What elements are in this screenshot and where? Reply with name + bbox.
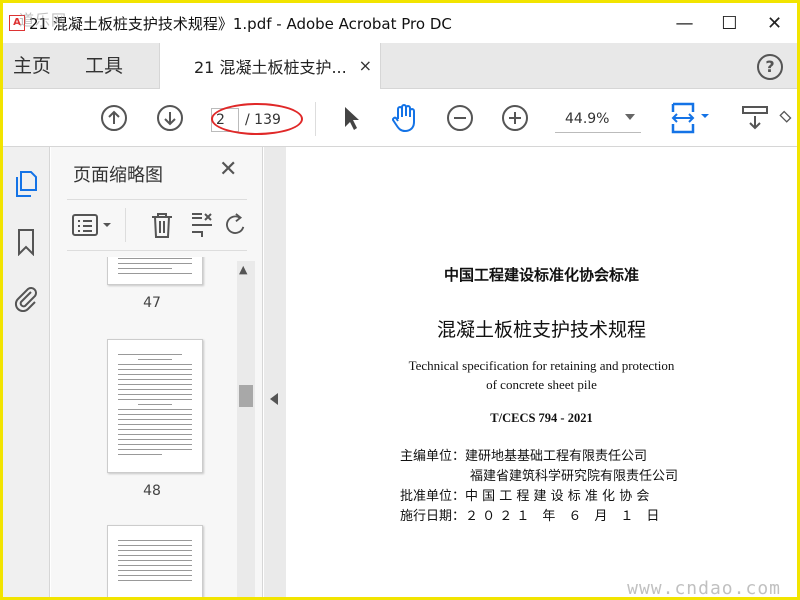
chevron-down-icon [625,114,635,120]
comment-tool-icon[interactable] [779,103,797,133]
maximize-button[interactable]: ☐ [707,3,752,43]
chief-editor-2: 福建省建筑科学研究院有限责任公司 [470,469,679,484]
watermark-topleft: 道乐网 [19,11,68,29]
document-view[interactable]: 中国工程建设标准化协会标准 混凝土板桩支护技术规程 Technical spec… [286,147,797,599]
chevron-left-icon [270,393,278,405]
document-title-cn: 混凝土板桩支护技术规程 [436,319,646,341]
left-rail [3,147,50,597]
bookmark-icon[interactable] [11,227,41,257]
thumbnail-options-icon[interactable] [71,210,115,240]
thumbnail-scrollbar[interactable]: ▲ [237,261,255,597]
hand-tool-icon[interactable] [389,103,419,133]
thumbnail-number: 47 [143,295,161,311]
window-title: 21 混凝土板桩支护技术规程》1.pdf - Adobe Acrobat Pro… [29,14,452,33]
select-cursor-icon[interactable] [336,103,366,133]
title-bar: A 21 混凝土板桩支护技术规程》1.pdf - Adobe Acrobat P… [3,3,797,43]
approved-by: 批准单位：中 国 工 程 建 设 标 准 化 协 会 [400,489,650,504]
collapse-panel-handle[interactable] [264,147,286,597]
thumbnail-page-48[interactable] [107,339,203,473]
page-thumbnails-icon[interactable] [11,169,41,199]
highlight-annotation [211,103,303,135]
zoom-dropdown[interactable]: 44.9% [555,105,641,133]
thumbnail-page-47[interactable] [107,257,203,285]
thumbnail-list: 47 48 [67,257,237,597]
thumbnail-number: 48 [143,483,161,499]
scroll-up-icon[interactable]: ▲ [239,263,247,276]
tab-bar: 主页 工具 21 混凝土板桩支护... × ? [3,43,797,89]
org-standard: 中国工程建设标准化协会标准 [443,266,639,284]
minimize-button[interactable]: — [662,3,707,43]
rotate-icon[interactable] [223,210,247,240]
attachment-icon[interactable] [11,283,41,313]
close-panel-icon[interactable]: ✕ [219,157,237,182]
scroll-thumb[interactable] [239,385,253,407]
zoom-in-icon[interactable] [500,103,530,133]
standard-code: T/CECS 794 - 2021 [490,411,593,425]
panel-toolbar-divider [125,208,126,242]
next-page-icon[interactable] [155,103,185,133]
watermark-bottomright: www.cndao.com [627,578,781,599]
toolbar-divider [315,102,316,136]
chief-editor: 主编单位：建研地基基础工程有限责任公司 [400,449,648,464]
tab-tools[interactable]: 工具 [85,43,123,89]
effective-date: 施行日期：２ ０ ２ １ 年 ６ 月 １ 日 [400,509,660,524]
extract-pages-icon[interactable] [187,210,217,240]
panel-title: 页面缩略图 [73,165,163,186]
close-tab-icon[interactable]: × [359,56,372,75]
zoom-out-icon[interactable] [445,103,475,133]
thumbnail-panel: 页面缩略图 ✕ 47 48 ▲ [51,147,263,597]
panel-toolbar [67,199,247,251]
document-title-en-1: Technical specification for retaining an… [408,358,675,373]
previous-page-icon[interactable] [99,103,129,133]
app-window: A 21 混凝土板桩支护技术规程》1.pdf - Adobe Acrobat P… [0,0,800,600]
toolbar: / 139 44.9% [3,90,797,147]
document-title-en-2: of concrete sheet pile [486,377,597,392]
tab-document[interactable]: 21 混凝土板桩支护... × [159,43,381,89]
zoom-value: 44.9% [565,110,610,127]
scroll-mode-icon[interactable] [740,103,770,133]
thumbnail-page-49[interactable] [107,525,203,597]
tab-home[interactable]: 主页 [13,43,51,89]
close-window-button[interactable]: ✕ [752,3,797,43]
delete-icon[interactable] [147,210,177,240]
help-icon[interactable]: ? [757,54,783,80]
fit-page-icon[interactable] [669,102,715,134]
document-tab-label: 21 混凝土板桩支护... [194,58,347,77]
